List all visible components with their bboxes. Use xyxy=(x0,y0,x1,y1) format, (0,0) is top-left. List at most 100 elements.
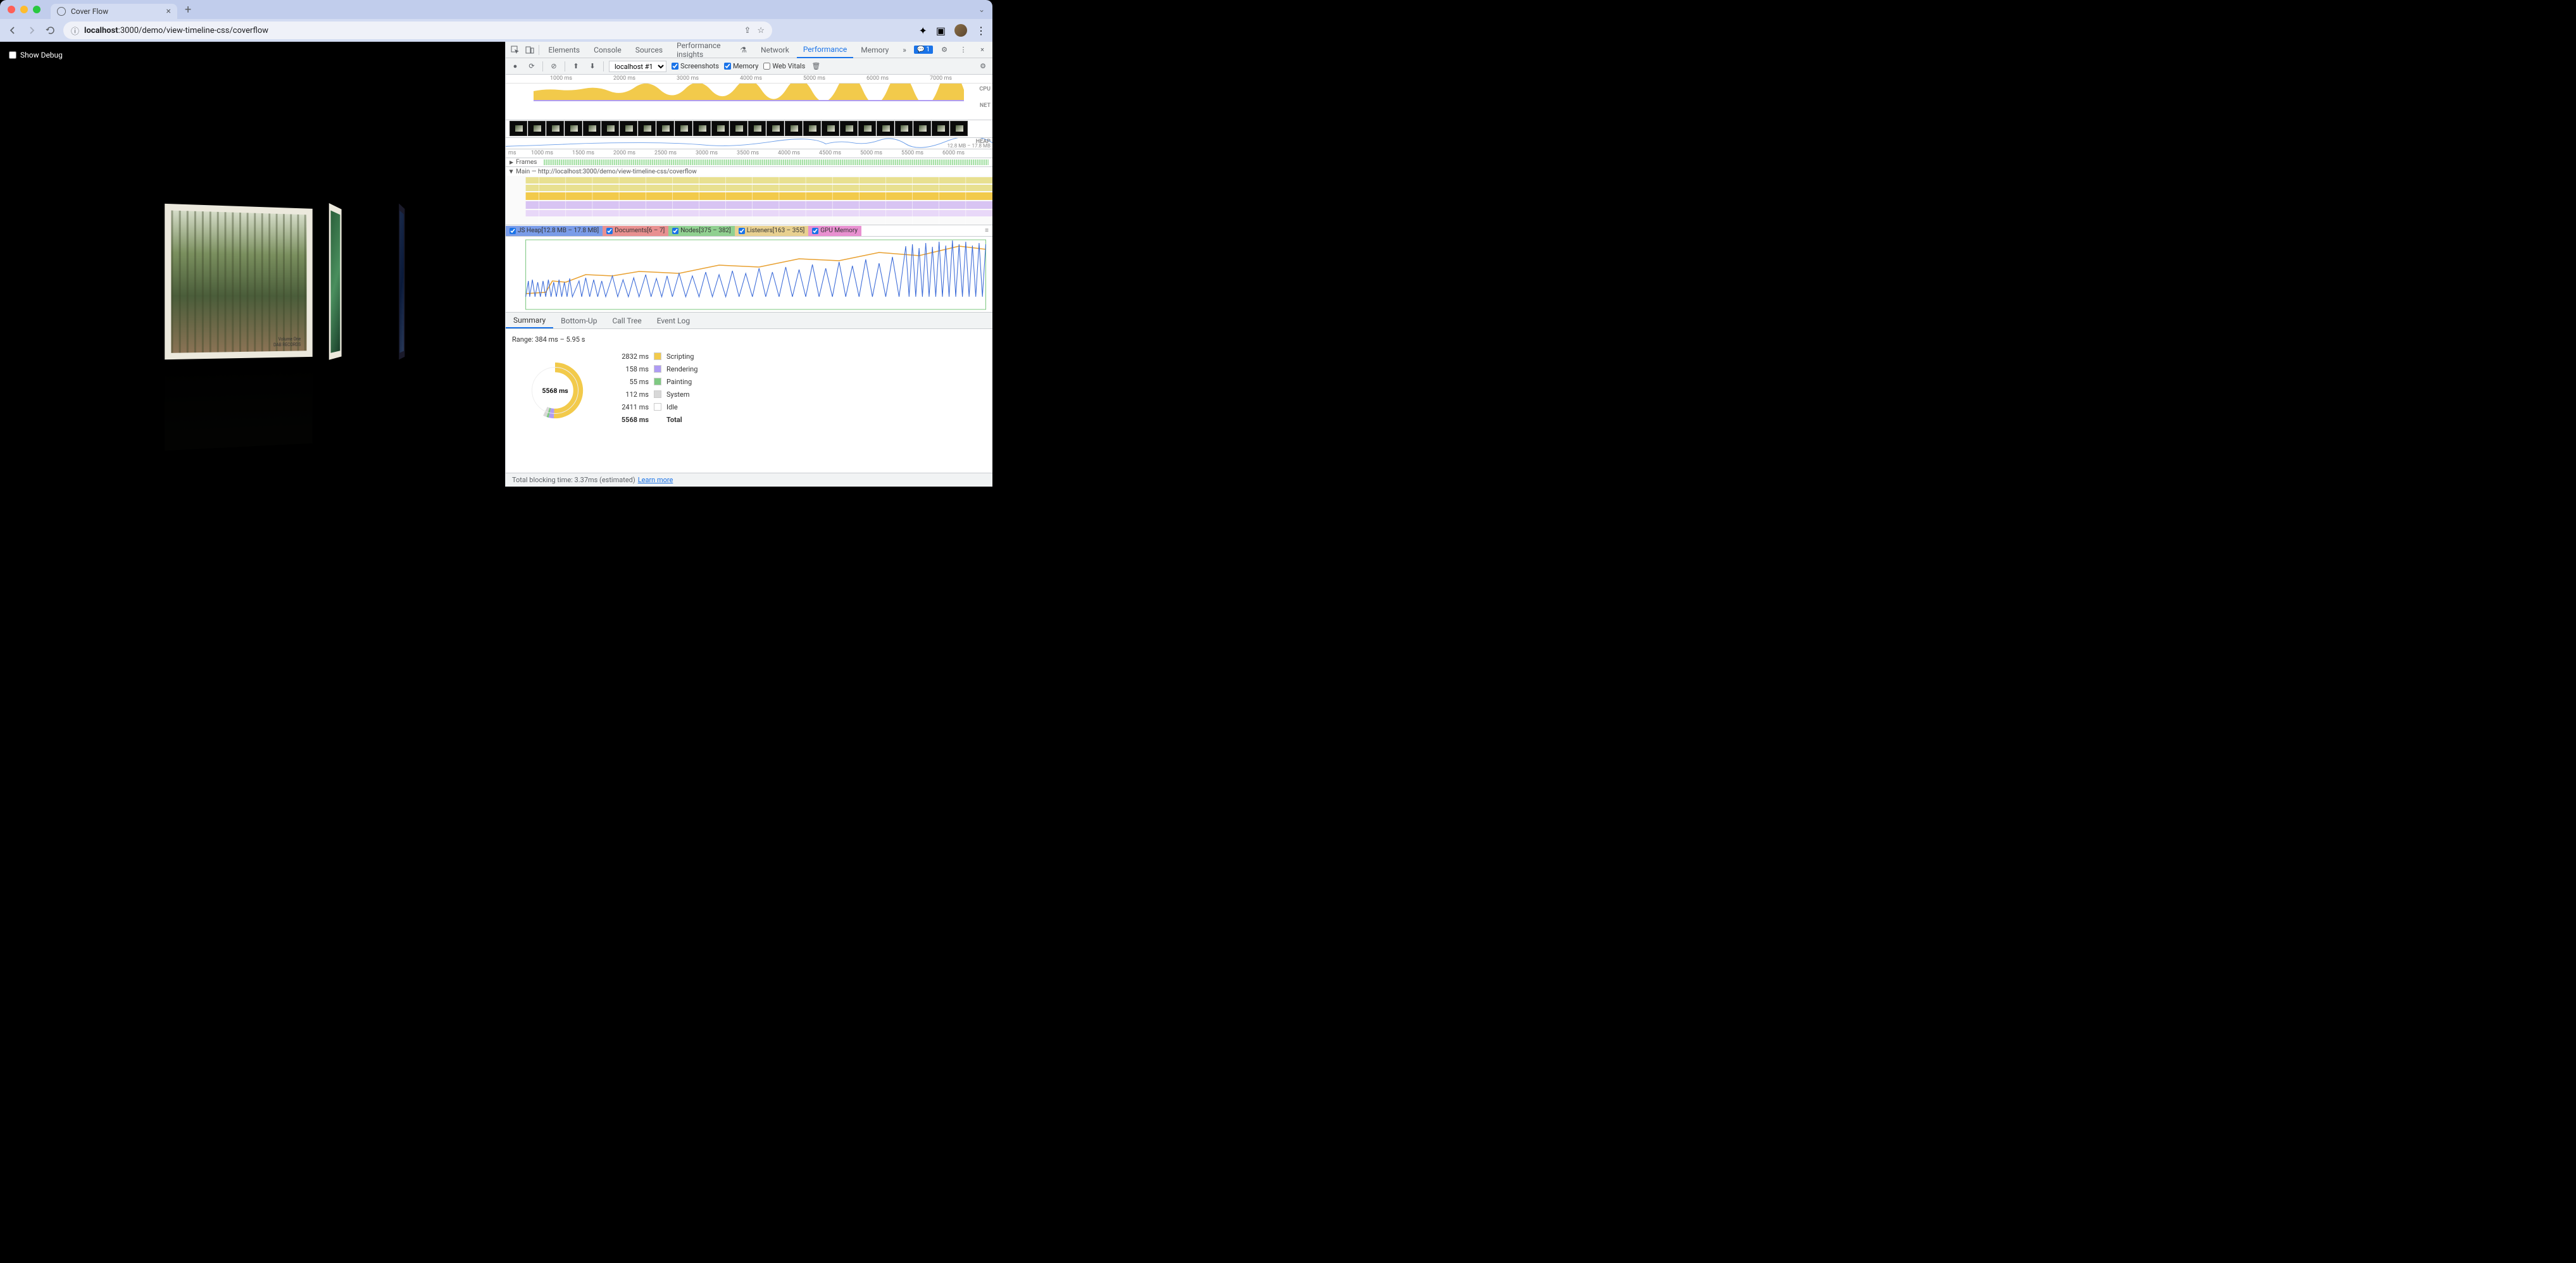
filmstrip-frame[interactable] xyxy=(895,121,913,136)
back-button[interactable] xyxy=(6,24,19,37)
more-icon[interactable]: ⋮ xyxy=(956,42,971,58)
album-cover-3[interactable] xyxy=(399,204,404,360)
reload-button[interactable] xyxy=(44,24,57,37)
filmstrip-frame[interactable] xyxy=(822,121,839,136)
filmstrip-frame[interactable] xyxy=(620,121,637,136)
menu-icon[interactable]: ⋮ xyxy=(976,25,986,37)
tab-elements[interactable]: Elements xyxy=(542,42,586,58)
counter-nodes[interactable]: Nodes[375 – 382] xyxy=(668,226,735,236)
reload-record-icon[interactable]: ⟳ xyxy=(526,61,537,72)
filmstrip-frame[interactable] xyxy=(858,121,876,136)
inspect-icon[interactable] xyxy=(508,42,522,58)
trash-icon[interactable]: 🗑 xyxy=(810,61,822,72)
panel-icon[interactable]: ▣ xyxy=(936,25,946,37)
record-icon[interactable]: ● xyxy=(510,61,521,72)
tab-overflow-icon[interactable]: ⌄ xyxy=(979,5,985,14)
frames-track[interactable]: ▶ Frames xyxy=(506,158,992,167)
filmstrip-frame[interactable] xyxy=(711,121,729,136)
summary-tab-calltree[interactable]: Call Tree xyxy=(604,313,649,328)
tab-sources[interactable]: Sources xyxy=(629,42,669,58)
upload-icon[interactable]: ⬆ xyxy=(570,61,582,72)
counters-menu-icon[interactable]: ≡ xyxy=(981,227,992,234)
filmstrip-frame[interactable] xyxy=(583,121,601,136)
filmstrip-frame[interactable] xyxy=(748,121,766,136)
counter-heap[interactable]: JS Heap[12.8 MB – 17.8 MB] xyxy=(506,226,603,236)
forward-button[interactable] xyxy=(25,24,38,37)
album-cover-2[interactable] xyxy=(329,203,342,360)
settings-icon[interactable]: ⚙ xyxy=(937,42,952,58)
breakdown-row: 158 msRendering xyxy=(611,363,697,375)
tab-overflow[interactable]: » xyxy=(896,42,913,58)
tab-memory[interactable]: Memory xyxy=(854,42,895,58)
filmstrip-frame[interactable] xyxy=(601,121,619,136)
flame-chart[interactable] xyxy=(506,176,992,225)
filmstrip-frame[interactable] xyxy=(546,121,564,136)
overview-timeline[interactable]: 1000 ms 2000 ms 3000 ms 4000 ms 5000 ms … xyxy=(506,75,992,120)
collapse-icon[interactable]: ▶ xyxy=(509,170,515,173)
tab-console[interactable]: Console xyxy=(587,42,628,58)
bookmark-icon[interactable]: ☆ xyxy=(757,26,765,35)
learn-more-link[interactable]: Learn more xyxy=(638,476,673,484)
close-tab-icon[interactable]: × xyxy=(166,6,171,16)
counter-listeners[interactable]: Listeners[163 – 355] xyxy=(735,226,808,236)
tab-performance[interactable]: Performance xyxy=(797,42,853,58)
issues-badge[interactable]: 💬 1 xyxy=(914,46,933,54)
filmstrip-frame[interactable] xyxy=(803,121,821,136)
filmstrip-frame[interactable] xyxy=(766,121,784,136)
new-tab-button[interactable]: + xyxy=(185,3,191,16)
main-thread-header[interactable]: ▶ Main — http://localhost:3000/demo/view… xyxy=(506,167,992,176)
heap-overview[interactable]: HEAP 12.8 MB – 17.8 MB xyxy=(506,138,992,149)
counter-docs[interactable]: Documents[6 – 7] xyxy=(603,226,668,236)
summary-tab-eventlog[interactable]: Event Log xyxy=(649,313,697,328)
maximize-icon[interactable] xyxy=(33,6,41,13)
summary-tab-bottomup[interactable]: Bottom-Up xyxy=(553,313,604,328)
filmstrip-frame[interactable] xyxy=(913,121,931,136)
url-host: localhost xyxy=(84,26,118,35)
memory-checkbox[interactable]: Memory xyxy=(724,62,758,70)
profile-select[interactable]: localhost #1 xyxy=(609,61,666,72)
close-icon[interactable] xyxy=(8,6,15,13)
show-debug-checkbox[interactable]: Show Debug xyxy=(9,51,63,59)
expand-icon[interactable]: ▶ xyxy=(510,159,513,165)
summary-tab-summary[interactable]: Summary xyxy=(506,313,553,328)
download-icon[interactable]: ⬇ xyxy=(587,61,598,72)
filmstrip-frame[interactable] xyxy=(693,121,711,136)
filmstrip-frame[interactable] xyxy=(638,121,656,136)
filmstrip-frame[interactable] xyxy=(510,121,527,136)
browser-tab[interactable]: Cover Flow × xyxy=(51,4,177,19)
device-icon[interactable] xyxy=(523,42,536,58)
album-cover-main[interactable]: Volume One DAB RECORDS xyxy=(165,204,313,359)
web-vitals-checkbox[interactable]: Web Vitals xyxy=(763,62,805,70)
address-bar[interactable]: ⓘ localhost:3000/demo/view-timeline-css/… xyxy=(63,22,772,39)
share-icon[interactable]: ⇪ xyxy=(744,26,751,35)
filmstrip[interactable] xyxy=(506,120,992,138)
filmstrip-frame[interactable] xyxy=(840,121,858,136)
show-debug-input[interactable] xyxy=(9,51,16,59)
screenshots-checkbox[interactable]: Screenshots xyxy=(672,62,719,70)
perf-settings-icon[interactable]: ⚙ xyxy=(977,61,989,72)
breakdown-row: 2411 msIdle xyxy=(611,401,697,413)
filmstrip-frame[interactable] xyxy=(950,121,968,136)
minimize-icon[interactable] xyxy=(20,6,28,13)
filmstrip-frame[interactable] xyxy=(785,121,803,136)
coverflow[interactable]: Volume One DAB RECORDS xyxy=(38,156,481,453)
breakdown-row: 112 msSystem xyxy=(611,388,697,401)
filmstrip-frame[interactable] xyxy=(730,121,747,136)
profile-avatar[interactable] xyxy=(954,24,967,37)
site-info-icon[interactable]: ⓘ xyxy=(71,25,79,37)
filmstrip-frame[interactable] xyxy=(656,121,674,136)
main-label: Main — http://localhost:3000/demo/view-t… xyxy=(516,168,697,175)
counter-chart[interactable] xyxy=(506,237,992,313)
filmstrip-frame[interactable] xyxy=(932,121,949,136)
close-devtools-icon[interactable]: × xyxy=(975,42,990,58)
counter-gpu[interactable]: GPU Memory xyxy=(808,226,861,236)
tab-performance-insights[interactable]: Performance insights ⚗ xyxy=(670,42,753,58)
filmstrip-frame[interactable] xyxy=(877,121,894,136)
filmstrip-frame[interactable] xyxy=(675,121,692,136)
filmstrip-frame[interactable] xyxy=(565,121,582,136)
tab-network[interactable]: Network xyxy=(754,42,796,58)
extensions-icon[interactable]: ✦ xyxy=(918,25,927,37)
filmstrip-frame[interactable] xyxy=(528,121,546,136)
ruler-detail[interactable]: ms 1000 ms 1500 ms 2000 ms 2500 ms 3000 … xyxy=(506,149,992,158)
clear-icon[interactable]: ⊘ xyxy=(548,61,560,72)
